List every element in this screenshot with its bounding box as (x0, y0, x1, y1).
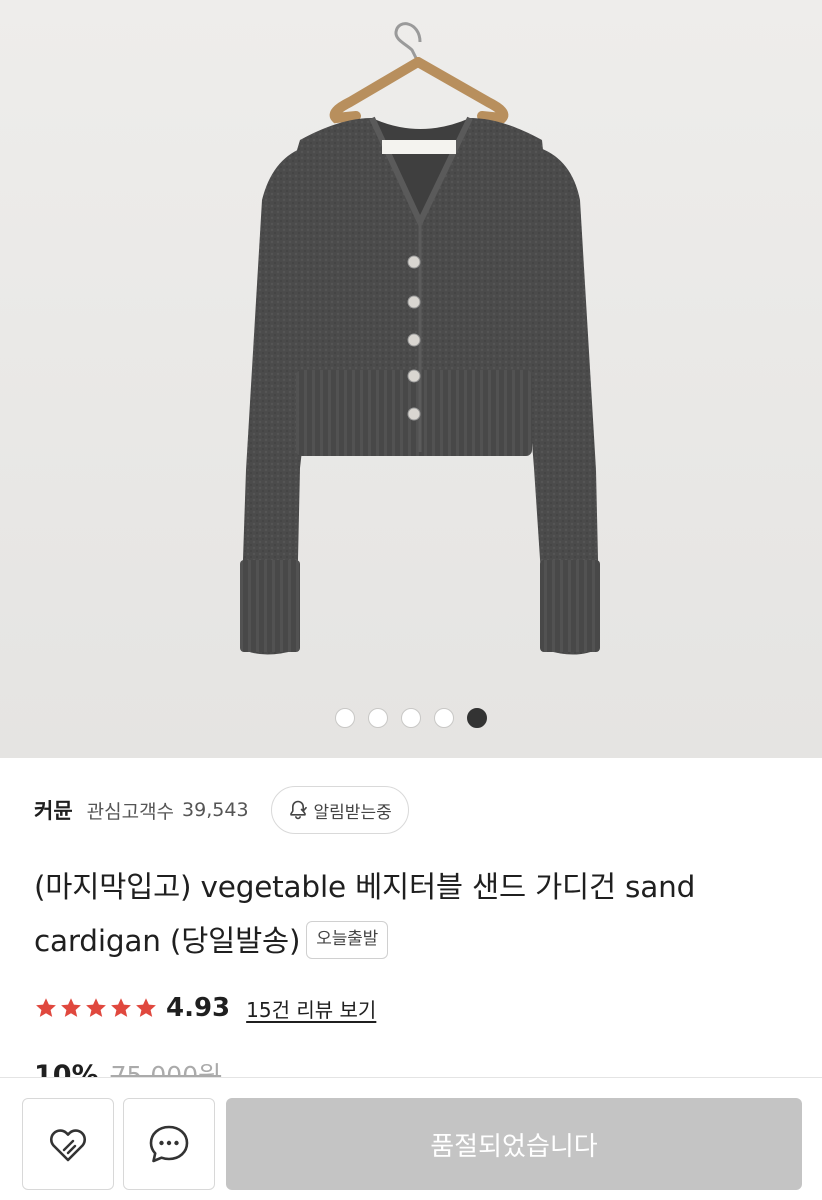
product-image-carousel[interactable] (0, 0, 822, 758)
notification-toggle-button[interactable]: 알림받는중 (270, 786, 409, 834)
star-icon (136, 998, 156, 1017)
star-icon (111, 998, 131, 1017)
rating-score: 4.93 (166, 993, 231, 1023)
carousel-dot-active[interactable] (467, 708, 487, 728)
sold-out-button[interactable]: 품절되었습니다 (226, 1098, 802, 1190)
carousel-dot[interactable] (401, 708, 421, 728)
product-image (0, 0, 822, 758)
star-icon (61, 998, 81, 1017)
carousel-dot[interactable] (434, 708, 454, 728)
seller-name[interactable]: 커뮨 (34, 795, 73, 825)
bell-icon (289, 800, 307, 820)
watchers-label: 관심고객수 (86, 800, 175, 823)
watchers-count: 39,543 (182, 799, 249, 821)
rating-row: 4.93 15건 리뷰 보기 (34, 988, 376, 1028)
star-rating (34, 996, 158, 1020)
carousel-dot[interactable] (368, 708, 388, 728)
carousel-dot[interactable] (335, 708, 355, 728)
chat-bubble-icon (149, 1125, 189, 1163)
product-title: (마지막입고) vegetable 베지터블 샌드 가디건 sand cardi… (34, 860, 794, 968)
seller-info-row: 커뮨 관심고객수 39,543 알림받는중 (34, 786, 409, 834)
heart-icon (50, 1129, 86, 1162)
star-icon (36, 998, 56, 1017)
bottom-action-bar: 품절되었습니다 (0, 1077, 822, 1200)
chat-button[interactable] (123, 1098, 215, 1190)
wishlist-button[interactable] (22, 1098, 114, 1190)
star-icon (86, 998, 106, 1017)
carousel-page-indicator (0, 708, 822, 728)
notification-button-label: 알림받는중 (313, 802, 392, 823)
same-day-shipping-badge: 오늘출발 (306, 920, 389, 959)
review-link[interactable]: 15건 리뷰 보기 (246, 994, 376, 1023)
